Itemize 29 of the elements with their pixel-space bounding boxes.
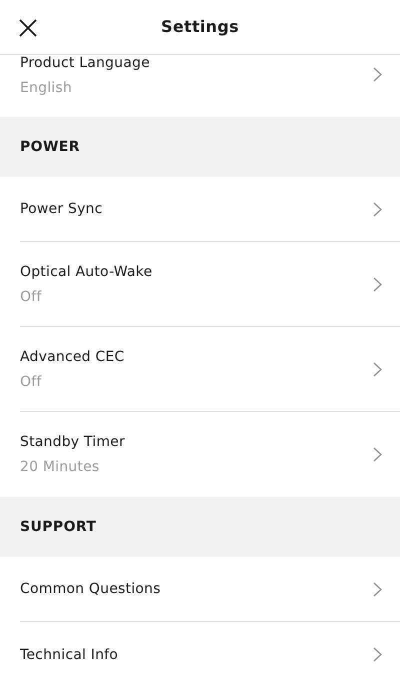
row-label: Power Sync: [20, 201, 103, 217]
chevron-right-icon: [373, 582, 382, 596]
settings-row[interactable]: Advanced CEC Off: [20, 327, 400, 412]
row-label: Advanced CEC: [20, 348, 124, 364]
row-value: 20 Minutes: [20, 459, 100, 475]
row-value: Off: [20, 288, 42, 304]
chevron-right-icon: [373, 276, 382, 292]
settings-row[interactable]: Power Sync: [20, 177, 400, 242]
row-value: English: [20, 80, 73, 96]
chevron-right-icon: [373, 362, 382, 376]
row-value: Off: [20, 374, 42, 390]
settings-row[interactable]: Technical Info: [20, 622, 400, 687]
settings-row[interactable]: Common Questions: [20, 557, 400, 622]
chevron-right-icon: [373, 67, 382, 82]
chevron-right-icon: [373, 447, 382, 462]
row-label: Optical Auto-Wake: [20, 264, 152, 280]
row-label: Standby Timer: [20, 434, 125, 450]
row-label: Technical Info: [20, 646, 118, 662]
row-label: Product Language: [20, 55, 150, 71]
settings-row[interactable]: Optical Auto-Wake Off: [20, 242, 400, 327]
settings-row[interactable]: Standby Timer 20 Minutes: [20, 412, 400, 497]
section-title: POWER: [20, 138, 80, 156]
close-icon: [19, 19, 37, 37]
row-label: Common Questions: [20, 581, 161, 597]
settings-row[interactable]: Product Language English: [20, 55, 400, 117]
chevron-right-icon: [373, 647, 382, 662]
page-title: Settings: [161, 16, 239, 38]
chevron-right-icon: [373, 202, 382, 216]
section-title: SUPPORT: [20, 518, 96, 536]
